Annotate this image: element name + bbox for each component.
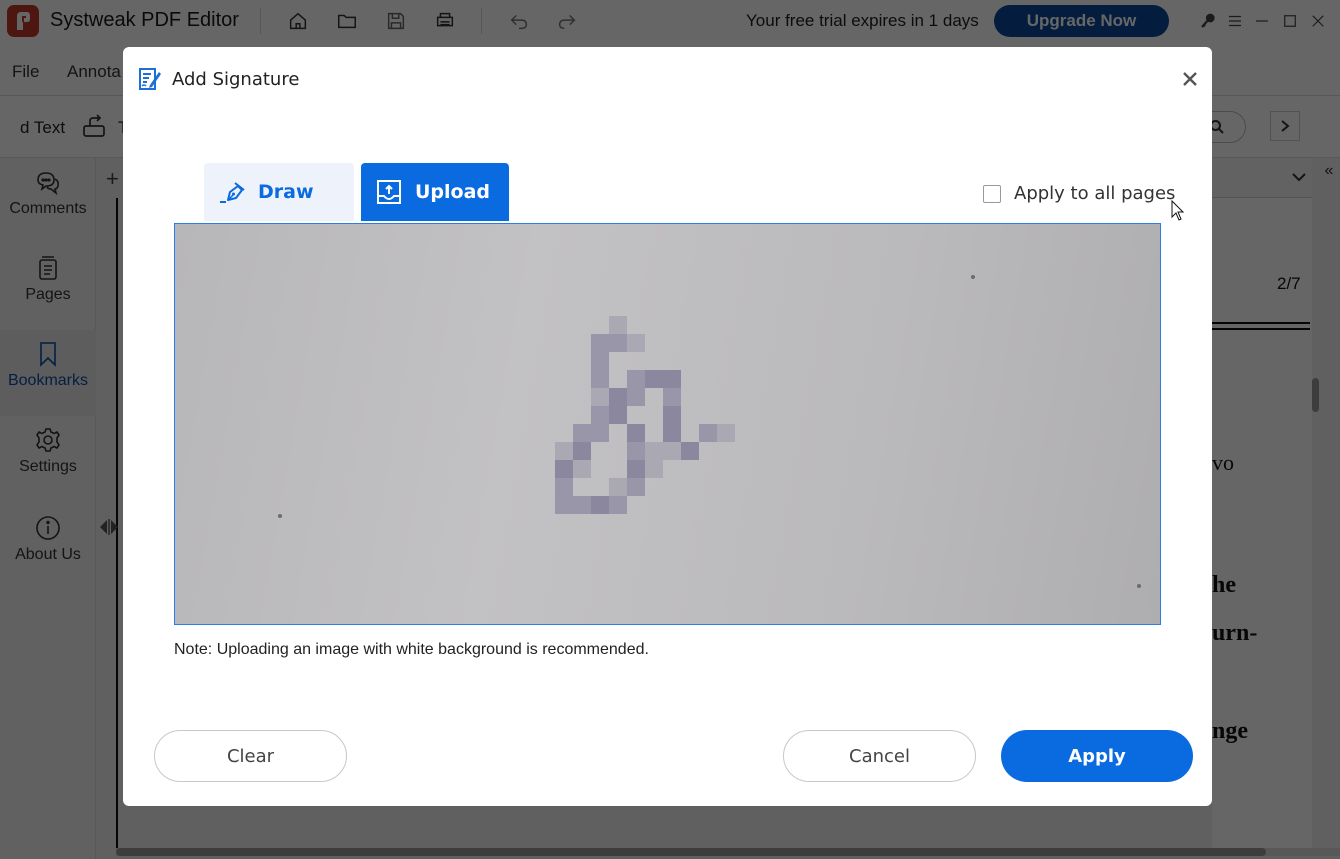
signature-pixel — [573, 460, 591, 478]
checkbox-label: Apply to all pages — [1014, 183, 1176, 204]
apply-button[interactable]: Apply — [1001, 730, 1193, 782]
signature-pixel — [627, 388, 645, 406]
signature-pixel — [555, 478, 573, 496]
signature-pixel — [609, 478, 627, 496]
dialog-title: Add Signature — [172, 69, 300, 90]
signature-pixel — [645, 460, 663, 478]
tab-label: Draw — [258, 181, 314, 203]
signature-pixel — [663, 406, 681, 424]
apply-to-all-pages-checkbox[interactable]: Apply to all pages — [983, 183, 1175, 204]
signature-pixel — [627, 370, 645, 388]
dialog-close-button[interactable] — [1178, 67, 1202, 91]
signature-pixel — [591, 334, 609, 352]
signature-pixel — [663, 424, 681, 442]
image-speck — [1137, 584, 1141, 588]
signature-pixel — [591, 352, 609, 370]
tab-upload[interactable]: Upload — [361, 163, 509, 221]
signature-pixel — [609, 388, 627, 406]
signature-pixel — [627, 424, 645, 442]
signature-pixel — [555, 442, 573, 460]
close-icon — [1183, 72, 1197, 86]
signature-pixel — [609, 316, 627, 334]
image-speck — [971, 275, 975, 279]
checkbox[interactable] — [983, 184, 1001, 203]
signature-pixel — [663, 388, 681, 406]
image-speck — [278, 514, 282, 518]
clear-button[interactable]: Clear — [154, 730, 347, 782]
signature-pixel — [681, 442, 699, 460]
signature-pixel — [609, 334, 627, 352]
signature-pixel — [609, 496, 627, 514]
signature-pixel — [717, 424, 735, 442]
signature-pixel — [627, 442, 645, 460]
signature-pixel — [699, 424, 717, 442]
pen-icon — [220, 182, 245, 203]
signature-pixel — [591, 370, 609, 388]
signature-pixel — [591, 496, 609, 514]
signature-pixel — [591, 388, 609, 406]
signature-pixel — [645, 442, 663, 460]
signature-pixel — [573, 424, 591, 442]
signature-pixel — [663, 442, 681, 460]
signature-preview-image — [174, 223, 1161, 625]
signature-pixel — [573, 496, 591, 514]
signature-pixel — [627, 478, 645, 496]
cancel-button[interactable]: Cancel — [783, 730, 976, 782]
tab-label: Upload — [415, 181, 491, 203]
add-signature-dialog: Add Signature Draw Upload Apply to all p… — [123, 47, 1212, 806]
mouse-cursor-icon — [1171, 200, 1185, 221]
signature-pixel — [609, 406, 627, 424]
signature-pixel — [627, 460, 645, 478]
signature-pixel — [663, 370, 681, 388]
signature-pixel — [591, 406, 609, 424]
signature-pixel — [555, 460, 573, 478]
signature-pixel — [627, 334, 645, 352]
upload-icon — [377, 180, 401, 204]
signature-pixel — [555, 496, 573, 514]
signature-pixel — [573, 442, 591, 460]
signature-pixel — [645, 370, 663, 388]
signature-pixel — [591, 424, 609, 442]
signature-icon — [139, 67, 161, 91]
tab-draw[interactable]: Draw — [204, 163, 354, 221]
upload-note: Note: Uploading an image with white back… — [174, 641, 649, 658]
